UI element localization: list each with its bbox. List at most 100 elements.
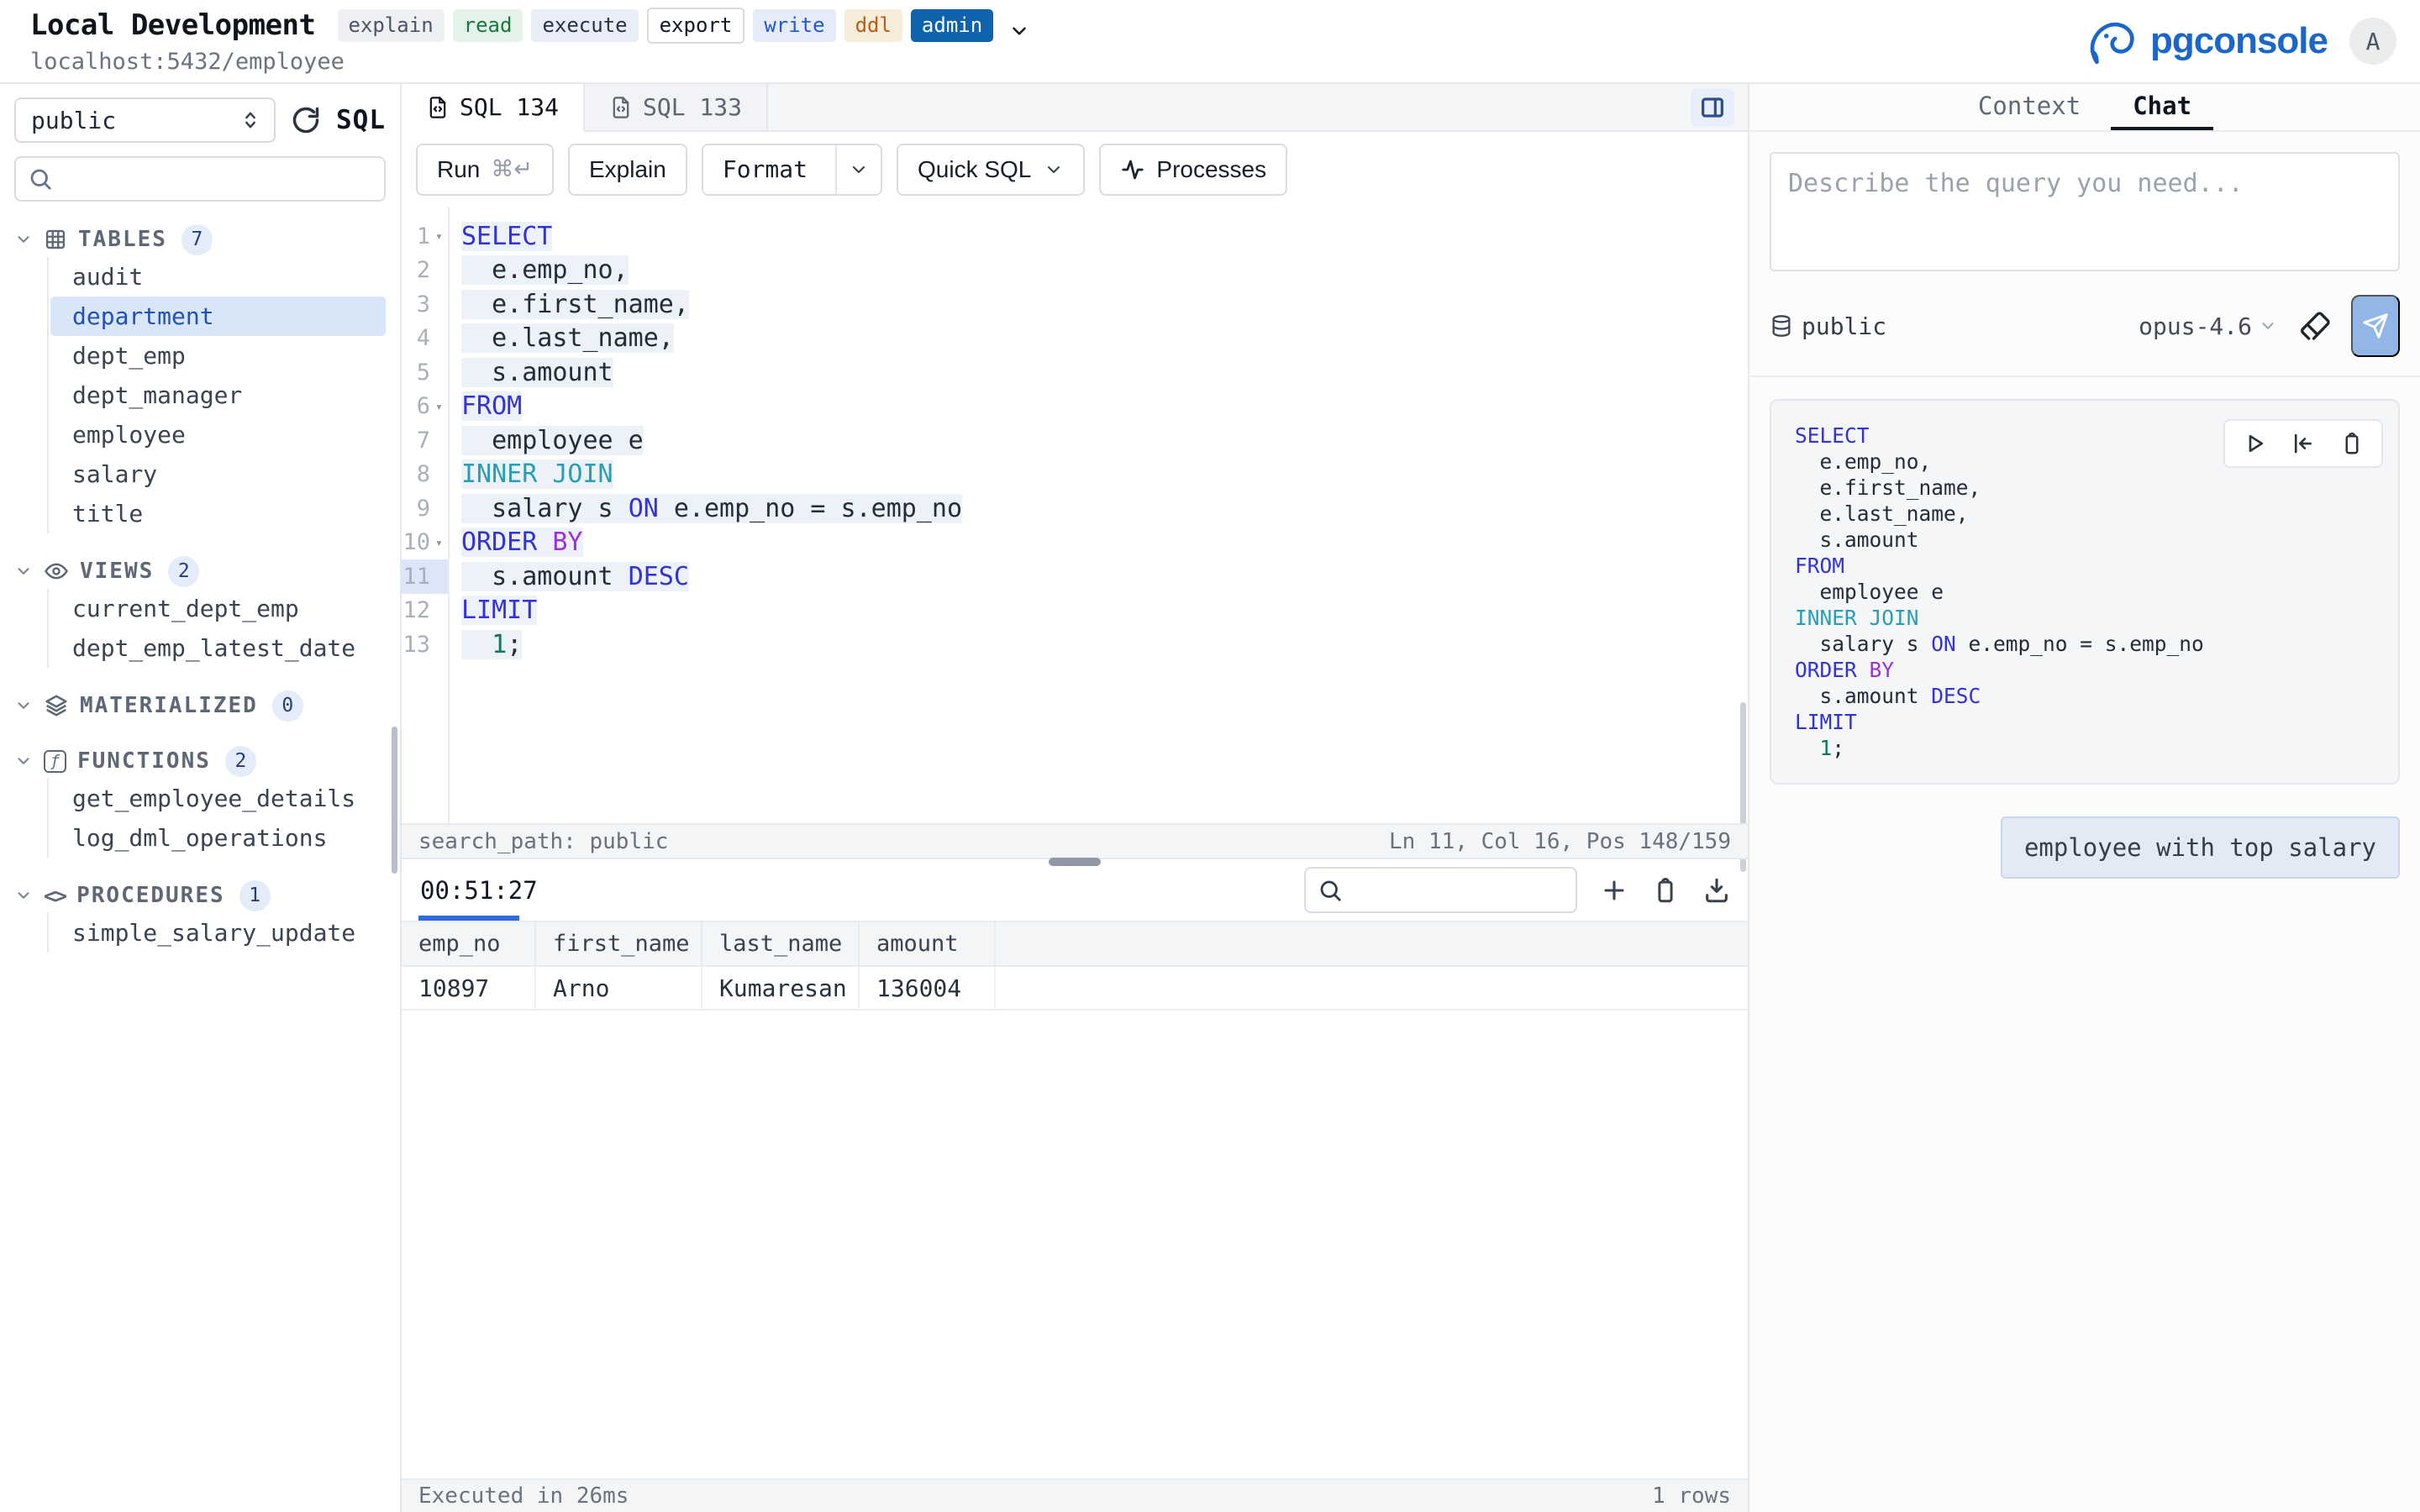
user-avatar[interactable]: A — [2349, 18, 2396, 65]
sql-editor[interactable]: 1▾23456▾78910▾ 11 1213 SELECT e.emp_no, e.… — [402, 207, 1748, 823]
permission-badge-execute[interactable]: execute — [531, 9, 638, 42]
results-search-input[interactable] — [1304, 867, 1577, 913]
code-line-2[interactable]: e.emp_no, — [461, 254, 1748, 288]
sidebar-scrollbar[interactable] — [392, 727, 397, 874]
explain-button[interactable]: Explain — [568, 144, 687, 196]
gutter-line-5[interactable]: 5 — [402, 355, 448, 390]
permission-badge-export[interactable]: export — [647, 8, 745, 44]
code-line-9[interactable]: salary s ON e.emp_no = s.emp_no — [461, 491, 1748, 526]
column-header-first_name[interactable]: first_name — [536, 921, 702, 967]
chat-prompt-input[interactable] — [1770, 152, 2400, 271]
sidebar-item-department[interactable]: department — [50, 297, 386, 336]
permission-badge-write[interactable]: write — [753, 9, 835, 42]
download-results-icon[interactable] — [1702, 876, 1731, 905]
copy-code-icon[interactable] — [2339, 431, 2365, 456]
gutter-line-12[interactable]: 12 — [402, 594, 448, 628]
gutter-line-10[interactable]: 10▾ — [402, 526, 448, 560]
code-line-11[interactable]: s.amount DESC — [461, 559, 1748, 594]
execution-time: Executed in 26ms — [418, 1483, 629, 1509]
code-line-10[interactable]: ORDER BY — [461, 526, 1748, 560]
code-line-4[interactable]: e.last_name, — [461, 322, 1748, 356]
code-line-3[interactable]: e.first_name, — [461, 287, 1748, 322]
cell-emp_no[interactable]: 10897 — [402, 967, 536, 1011]
column-header-emp_no[interactable]: emp_no — [402, 921, 536, 967]
fold-marker-icon[interactable]: ▾ — [430, 535, 448, 550]
section-header-views[interactable]: VIEWS2 — [14, 554, 386, 589]
cell-last_name[interactable]: Kumaresan — [702, 967, 860, 1011]
permission-badge-read[interactable]: read — [453, 9, 523, 42]
sidebar-item-audit[interactable]: audit — [50, 257, 386, 297]
chat-code-line-9: salary s ON e.emp_no = s.emp_no — [1795, 631, 2375, 657]
cell-first_name[interactable]: Arno — [536, 967, 702, 1011]
tab-chat[interactable]: Chat — [2111, 84, 2213, 130]
editor-tab-sql-134[interactable]: SQL 134 — [402, 84, 585, 132]
sidebar-item-get_employee_details[interactable]: get_employee_details — [50, 779, 386, 818]
line-number: 11 — [402, 564, 430, 590]
section-header-procedures[interactable]: <>PROCEDURES1 — [14, 878, 386, 913]
model-selector[interactable]: opus-4.6 — [2139, 312, 2277, 340]
sidebar-item-simple_salary_update[interactable]: simple_salary_update — [50, 913, 386, 953]
section-header-functions[interactable]: ƒFUNCTIONS2 — [14, 743, 386, 779]
add-row-icon[interactable] — [1600, 876, 1628, 905]
code-line-12[interactable]: LIMIT — [461, 594, 1748, 628]
sidebar-item-dept_emp_latest_date[interactable]: dept_emp_latest_date — [50, 628, 386, 668]
sidebar-item-salary[interactable]: salary — [50, 454, 386, 494]
gutter-line-11[interactable]: 11 — [402, 559, 448, 594]
column-header-amount[interactable]: amount — [860, 921, 996, 967]
processes-button[interactable]: Processes — [1099, 144, 1287, 196]
gutter-line-9[interactable]: 9 — [402, 491, 448, 526]
gutter-line-2[interactable]: 2 — [402, 254, 448, 288]
section-header-tables[interactable]: TABLES7 — [14, 222, 386, 257]
gutter-line-4[interactable]: 4 — [402, 322, 448, 356]
table-row[interactable]: 10897ArnoKumaresan136004 — [402, 967, 1748, 1011]
format-chevron-down-icon[interactable] — [835, 145, 881, 194]
run-code-icon[interactable] — [2242, 431, 2267, 456]
editor-code[interactable]: SELECT e.emp_no, e.first_name, e.last_na… — [450, 207, 1748, 823]
column-header-last_name[interactable]: last_name — [702, 921, 860, 967]
insert-into-editor-icon[interactable] — [2291, 431, 2316, 456]
copy-results-icon[interactable] — [1651, 876, 1680, 905]
code-line-7[interactable]: employee e — [461, 423, 1748, 458]
sql-mode-label[interactable]: SQL — [336, 105, 386, 135]
run-button[interactable]: Run ⌘↵ — [416, 144, 554, 196]
gutter-line-1[interactable]: 1▾ — [402, 219, 448, 254]
fold-marker-icon[interactable]: ▾ — [430, 228, 448, 244]
connection-chevron-down-icon[interactable] — [1008, 20, 1030, 42]
format-button[interactable]: Format — [702, 144, 882, 196]
gutter-line-7[interactable]: 7 — [402, 423, 448, 458]
schema-scope[interactable]: public — [1770, 312, 1886, 340]
code-line-1[interactable]: SELECT — [461, 219, 1748, 254]
quick-sql-button[interactable]: Quick SQL — [897, 144, 1085, 196]
permission-badge-admin[interactable]: admin — [911, 9, 993, 42]
sidebar-item-dept_emp[interactable]: dept_emp — [50, 336, 386, 375]
toggle-right-panel-icon[interactable] — [1691, 88, 1734, 127]
sidebar-item-employee[interactable]: employee — [50, 415, 386, 454]
result-tab-timer[interactable]: 00:51:27 — [418, 859, 539, 921]
permission-badge-explain[interactable]: explain — [338, 9, 445, 42]
gutter-line-8[interactable]: 8 — [402, 458, 448, 492]
tab-context[interactable]: Context — [1956, 84, 2102, 130]
schema-select[interactable]: public — [14, 97, 276, 143]
code-line-13[interactable]: 1; — [461, 627, 1748, 662]
sidebar-item-title[interactable]: title — [50, 494, 386, 533]
cell-amount[interactable]: 136004 — [860, 967, 996, 1011]
gutter-line-3[interactable]: 3 — [402, 287, 448, 322]
fold-marker-icon[interactable]: ▾ — [430, 399, 448, 414]
sidebar-item-dept_manager[interactable]: dept_manager — [50, 375, 386, 415]
code-line-5[interactable]: s.amount — [461, 355, 1748, 390]
sidebar-item-current_dept_emp[interactable]: current_dept_emp — [50, 589, 386, 628]
code-line-8[interactable]: INNER JOIN — [461, 458, 1748, 492]
send-button[interactable] — [2351, 295, 2400, 357]
gutter-line-13[interactable]: 13 — [402, 627, 448, 662]
pane-resize-handle[interactable] — [1049, 858, 1101, 866]
clear-chat-eraser-icon[interactable] — [2299, 309, 2333, 343]
results-header-row: emp_nofirst_namelast_nameamount — [402, 921, 1748, 967]
sidebar-search-input[interactable] — [14, 156, 386, 202]
section-header-materialized[interactable]: MATERIALIZED0 — [14, 688, 386, 723]
gutter-line-6[interactable]: 6▾ — [402, 390, 448, 424]
sidebar-item-log_dml_operations[interactable]: log_dml_operations — [50, 818, 386, 858]
code-line-6[interactable]: FROM — [461, 390, 1748, 424]
refresh-icon[interactable] — [291, 105, 321, 135]
permission-badge-ddl[interactable]: ddl — [844, 9, 902, 42]
editor-tab-sql-133[interactable]: SQL 133 — [585, 84, 768, 132]
